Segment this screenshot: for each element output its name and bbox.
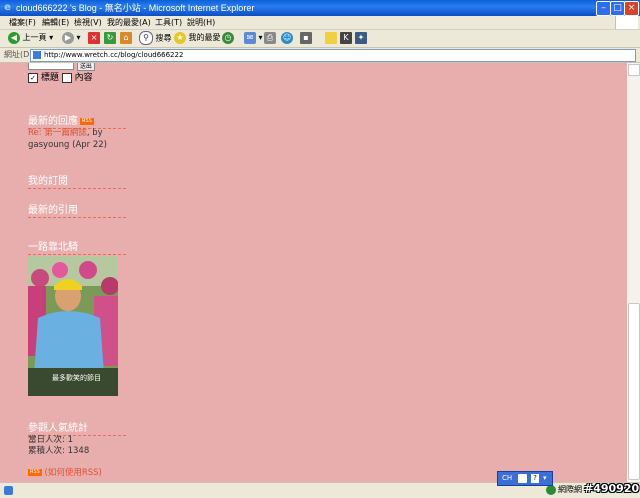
rss-badge[interactable]: RSS xyxy=(80,117,94,125)
home-icon: ⌂ xyxy=(120,31,132,44)
page-icon xyxy=(33,51,41,59)
watermark: #490920 xyxy=(584,482,640,495)
rss-help-link[interactable]: (如何使用RSS) xyxy=(45,468,102,478)
folder-button[interactable] xyxy=(325,31,337,45)
address-bar: 網址(D) http://www.wretch.cc/blog/cloud666… xyxy=(0,48,640,63)
tools-icon: ✦ xyxy=(355,31,367,44)
rss-help-row: RSS (如何使用RSS) xyxy=(28,468,102,479)
messenger-icon: ☺ xyxy=(281,31,293,44)
title-checkbox-label: 標題 xyxy=(40,73,59,83)
scroll-thumb[interactable] xyxy=(628,303,640,480)
photo-caption: 最多歡笑的節目 xyxy=(52,373,101,382)
tools-button[interactable]: ✦ xyxy=(355,31,367,45)
zone-label: 網際網 xyxy=(558,485,582,494)
menu-tools[interactable]: 工具(T) xyxy=(155,17,182,28)
refresh-icon: ↻ xyxy=(104,31,116,44)
back-arrow-icon: ◀ xyxy=(8,31,20,44)
today-visits: 當日人次: 1 xyxy=(28,435,74,445)
forward-button[interactable]: ▶ ▾ xyxy=(62,31,81,45)
folder-icon xyxy=(325,31,337,44)
address-label: 網址(D) xyxy=(4,50,33,59)
address-input[interactable]: http://www.wretch.cc/blog/cloud666222 xyxy=(30,49,636,62)
visitor-stats-heading: 參觀人氣統計 xyxy=(28,419,126,436)
ime-toolbar[interactable]: CH ? ▾ xyxy=(497,471,553,486)
messenger-button[interactable]: ☺ xyxy=(281,31,293,45)
ie-icon: e xyxy=(4,2,11,13)
internet-zone-icon xyxy=(546,485,556,495)
photo-image: 最多歡笑的節目 xyxy=(28,256,118,396)
refresh-button[interactable]: ↻ xyxy=(104,31,116,45)
album-heading[interactable]: 一路靠北騎 xyxy=(28,238,126,255)
windows-logo xyxy=(615,16,638,29)
minimize-button[interactable]: – xyxy=(596,1,611,16)
total-visits: 累積人次: 1348 xyxy=(28,446,90,456)
vertical-scrollbar[interactable] xyxy=(627,63,640,482)
star-icon: ★ xyxy=(174,31,186,44)
comment-item: Re: 第一篇網誌, by xyxy=(28,128,103,138)
ime-keyboard-icon[interactable] xyxy=(518,474,527,483)
print-icon: ⎙ xyxy=(264,31,276,44)
history-icon: ◷ xyxy=(222,31,234,44)
favorites-button[interactable]: ★ 我的最愛 xyxy=(174,31,221,45)
history-button[interactable]: ◷ xyxy=(222,31,234,45)
search-icon: ⚲ xyxy=(139,31,153,45)
scroll-up-button[interactable] xyxy=(628,64,640,76)
ime-language[interactable]: CH xyxy=(502,472,512,485)
blog-search-input[interactable] xyxy=(28,63,74,70)
menu-favorites[interactable]: 我的最愛(A) xyxy=(107,17,151,28)
window-title: cloud666222 's Blog - 無名小站 - Microsoft I… xyxy=(16,3,255,13)
rss-footer-badge[interactable]: RSS xyxy=(28,469,42,476)
k-button[interactable]: K xyxy=(340,31,352,45)
address-url: http://www.wretch.cc/blog/cloud666222 xyxy=(44,51,184,59)
menu-file[interactable]: 檔案(F) xyxy=(9,17,36,28)
recent-comments-heading: 最新的回應 RSS xyxy=(28,112,126,129)
k-icon: K xyxy=(340,31,352,44)
forward-arrow-icon: ▶ xyxy=(62,31,74,44)
edit-icon: ▪ xyxy=(300,31,312,44)
page-content: 送出 ✓ 標題 內容 最新的回應 RSS Re: 第一篇網誌, by gasyou… xyxy=(0,63,627,482)
trackbacks-heading[interactable]: 最新的引用 xyxy=(28,201,126,218)
menu-bar: 檔案(F) 編輯(E) 檢視(V) 我的最愛(A) 工具(T) 說明(H) xyxy=(0,16,640,30)
title-bar: e cloud666222 's Blog - 無名小站 - Microsoft… xyxy=(0,0,640,16)
comment-meta: gasyoung (Apr 22) xyxy=(28,140,107,150)
maximize-button[interactable]: □ xyxy=(610,1,625,16)
toolbar: ◀ 上一頁 ▾ ▶ ▾ × ↻ ⌂ ⚲ 搜尋 ★ 我的最愛 ◷ ✉ ▾ ⎙ ☺ … xyxy=(0,30,640,48)
menu-help[interactable]: 說明(H) xyxy=(187,17,215,28)
page-status-icon xyxy=(4,486,13,495)
search-button[interactable]: ⚲ 搜尋 xyxy=(139,31,172,45)
ime-menu-icon[interactable]: ▾ xyxy=(543,472,547,485)
content-checkbox[interactable] xyxy=(61,72,72,83)
content-checkbox-label: 內容 xyxy=(74,73,93,83)
edit-button[interactable]: ▪ xyxy=(300,31,312,45)
mail-icon: ✉ xyxy=(244,31,256,44)
menu-edit[interactable]: 編輯(E) xyxy=(42,17,69,28)
stop-icon: × xyxy=(88,31,100,44)
title-checkbox[interactable]: ✓ xyxy=(28,72,38,83)
comment-link[interactable]: Re: 第一篇網誌 xyxy=(28,128,87,138)
menu-view[interactable]: 檢視(V) xyxy=(74,17,102,28)
subscriptions-heading[interactable]: 我的訂閱 xyxy=(28,172,126,189)
print-button[interactable]: ⎙ xyxy=(264,31,276,45)
back-button[interactable]: ◀ 上一頁 ▾ xyxy=(8,31,53,45)
album-photo[interactable]: 最多歡笑的節目 xyxy=(28,256,118,396)
ime-help-icon[interactable]: ? xyxy=(531,474,539,483)
search-options: ✓ 標題 內容 xyxy=(28,70,93,83)
mail-button[interactable]: ✉ ▾ xyxy=(244,31,263,45)
home-button[interactable]: ⌂ xyxy=(120,31,132,45)
close-button[interactable]: × xyxy=(624,1,639,16)
stop-button[interactable]: × xyxy=(88,31,100,45)
